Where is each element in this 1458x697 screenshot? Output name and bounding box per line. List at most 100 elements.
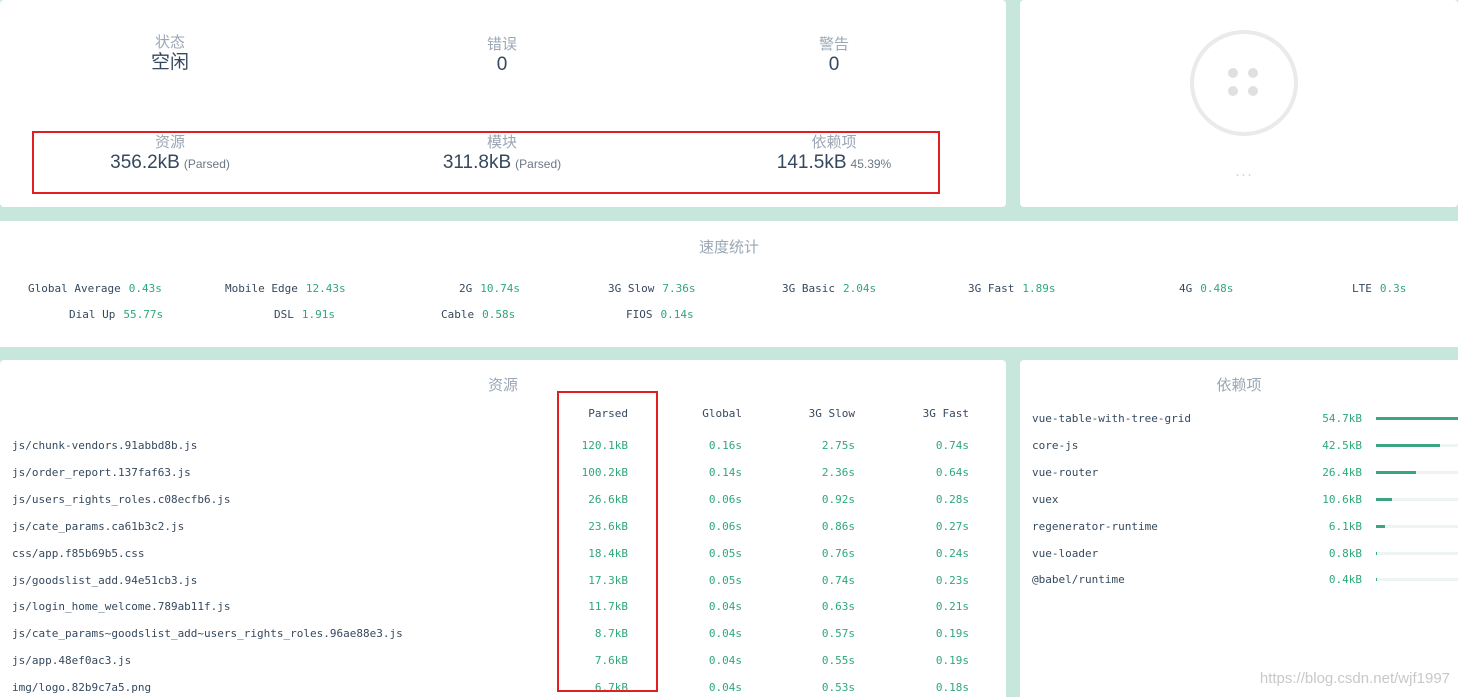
dependency-bar-fill xyxy=(1376,443,1440,447)
asset-fast-cell: 0.21s xyxy=(935,600,969,614)
dependency-bar-track xyxy=(1376,551,1458,555)
dependency-row: @babel/runtime 0.4kB xyxy=(1020,567,1458,594)
dependency-size: 6.1kB xyxy=(1328,519,1362,533)
speed-item-name: 4G xyxy=(1179,282,1193,295)
asset-row: js/order_report.137faf63.js 100.2kB 0.14s 2… xyxy=(0,460,1006,487)
asset-parsed-cell: 23.6kB xyxy=(588,519,628,533)
stat-modules-value: 311.8kB xyxy=(442,152,512,173)
speed-item: 3G Basic 2.04s xyxy=(782,282,876,295)
stat-warnings-label: 警告 xyxy=(818,36,849,53)
asset-row: js/cate_params~goodslist_add~users_right… xyxy=(0,621,1006,648)
asset-name: js/cate_params.ca61b3c2.js xyxy=(12,519,185,533)
dependency-size: 54.7kB xyxy=(1322,412,1362,425)
asset-name: js/chunk-vendors.91abbd8b.js xyxy=(12,439,198,452)
column-header-parsed: Parsed xyxy=(588,407,628,420)
stat-errors-value: 0 xyxy=(496,54,508,75)
speed-item: 3G Slow 7.36s xyxy=(608,282,695,295)
asset-fast-cell: 0.64s xyxy=(935,465,969,479)
dependency-size: 26.4kB xyxy=(1322,465,1362,479)
stat-assets: 资源 356.2kB (Parsed) xyxy=(20,134,320,175)
speed-item-value: 0.43s xyxy=(128,282,162,295)
asset-fast-cell: 0.23s xyxy=(935,573,969,587)
stat-dependencies-label: 依赖项 xyxy=(811,134,857,151)
asset-parsed-cell: 18.4kB xyxy=(588,546,628,560)
assets-title: 资源 xyxy=(487,377,518,394)
stat-errors: 错误 0 xyxy=(352,36,652,76)
speed-item: LTE 0.3s xyxy=(1352,282,1406,295)
stat-errors-label: 错误 xyxy=(486,36,517,53)
speed-item-value: 7.36s xyxy=(662,282,696,295)
asset-name: css/app.f85b69b5.css xyxy=(12,546,145,560)
speed-item: DSL 1.91s xyxy=(274,308,335,321)
column-header-3g-fast: 3G Fast xyxy=(922,407,969,420)
asset-slow-cell: 0.92s xyxy=(821,492,855,506)
dependency-bar-track xyxy=(1376,443,1458,447)
dependency-name: core-js xyxy=(1032,438,1079,452)
speed-title: 速度统计 xyxy=(698,239,759,256)
more-ellipsis: ··· xyxy=(1235,166,1253,183)
speed-item-name: 3G Basic xyxy=(782,282,835,295)
stat-warnings: 警告 0 xyxy=(684,36,984,76)
asset-row: js/cate_params.ca61b3c2.js 23.6kB 0.06s 0.8… xyxy=(0,514,1006,541)
asset-name: js/goodslist_add.94e51cb3.js xyxy=(12,573,198,587)
dependency-row: core-js 42.5kB xyxy=(1020,433,1458,460)
dependency-row: vuex 10.6kB xyxy=(1020,487,1458,514)
dependency-row: vue-table-with-tree-grid 54.7kB xyxy=(1020,406,1458,433)
speed-item-name: Dial Up xyxy=(69,308,116,321)
stat-state: 状态 空闲 xyxy=(20,34,320,74)
speed-item-value: 12.43s xyxy=(305,282,346,295)
speed-item-value: 1.91s xyxy=(301,308,335,321)
stat-assets-sub: (Parsed) xyxy=(183,157,230,171)
stat-modules-label: 模块 xyxy=(486,134,517,151)
asset-slow-cell: 0.55s xyxy=(821,654,855,668)
dependency-row: vue-loader 0.8kB xyxy=(1020,541,1458,568)
speed-item-name: 3G Fast xyxy=(968,282,1015,295)
dependency-size: 0.4kB xyxy=(1328,573,1362,587)
speed-item-name: Global Average xyxy=(28,282,121,295)
asset-row: js/app.48ef0ac3.js 7.6kB 0.04s 0.55s 0.19s xyxy=(0,648,1006,675)
stat-dependencies-sub: 45.39% xyxy=(850,157,892,171)
asset-name: js/users_rights_roles.c08ecfb6.js xyxy=(12,492,231,506)
speed-item-value: 0.48s xyxy=(1200,282,1234,295)
dependency-bar-track xyxy=(1376,497,1458,501)
speed-item: FIOS 0.14s xyxy=(626,308,694,321)
speed-item-name: LTE xyxy=(1352,282,1372,295)
asset-fast-cell: 0.19s xyxy=(935,627,969,641)
stat-assets-label: 资源 xyxy=(154,134,185,151)
dependency-bar-track xyxy=(1376,524,1458,528)
dependency-name: vuex xyxy=(1032,492,1059,506)
column-header-global: Global xyxy=(702,407,742,420)
dependency-bar-fill xyxy=(1376,417,1458,420)
asset-name: js/app.48ef0ac3.js xyxy=(12,654,132,668)
asset-fast-cell: 0.27s xyxy=(935,519,969,533)
speed-item-value: 0.3s xyxy=(1379,282,1407,295)
asset-row: js/goodslist_add.94e51cb3.js 17.3kB 0.05s 0… xyxy=(0,568,1006,595)
asset-global-cell: 0.16s xyxy=(708,439,742,452)
asset-global-cell: 0.06s xyxy=(708,519,742,533)
stat-dependencies-value: 141.5kB xyxy=(776,152,847,173)
watermark: https://blog.csdn.net/wjf1997 xyxy=(1259,670,1450,687)
dependency-bar-track xyxy=(1376,470,1458,474)
asset-fast-cell: 0.19s xyxy=(935,654,969,668)
asset-global-cell: 0.04s xyxy=(708,654,742,668)
asset-row: img/logo.82b9c7a5.png 6.7kB 0.04s 0.53s 0.18… xyxy=(0,675,1006,697)
asset-row: css/app.f85b69b5.css 18.4kB 0.05s 0.76s 0.24… xyxy=(0,541,1006,568)
asset-global-cell: 0.14s xyxy=(708,465,742,479)
asset-parsed-cell: 7.6kB xyxy=(594,654,628,668)
speed-item-name: DSL xyxy=(274,308,294,321)
asset-slow-cell: 0.53s xyxy=(821,681,855,695)
asset-global-cell: 0.04s xyxy=(708,627,742,641)
speed-item-name: 2G xyxy=(459,282,473,295)
speed-card: 速度统计 Global Average 0.43s Mobile Edge 12.43… xyxy=(0,221,1458,347)
asset-parsed-cell: 120.1kB xyxy=(581,439,628,452)
asset-fast-cell: 0.18s xyxy=(935,681,969,695)
speed-item: 2G 10.74s xyxy=(459,282,520,295)
asset-fast-cell: 0.24s xyxy=(935,546,969,560)
dependency-bar-fill xyxy=(1376,497,1392,501)
speed-item-name: 3G Slow xyxy=(608,282,655,295)
stat-warnings-value: 0 xyxy=(828,54,840,75)
column-header-3g-slow: 3G Slow xyxy=(808,407,855,420)
speed-item-value: 10.74s xyxy=(480,282,520,295)
asset-name: js/order_report.137faf63.js xyxy=(12,465,191,479)
asset-row: js/chunk-vendors.91abbd8b.js 120.1kB 0.16s… xyxy=(0,433,1006,460)
